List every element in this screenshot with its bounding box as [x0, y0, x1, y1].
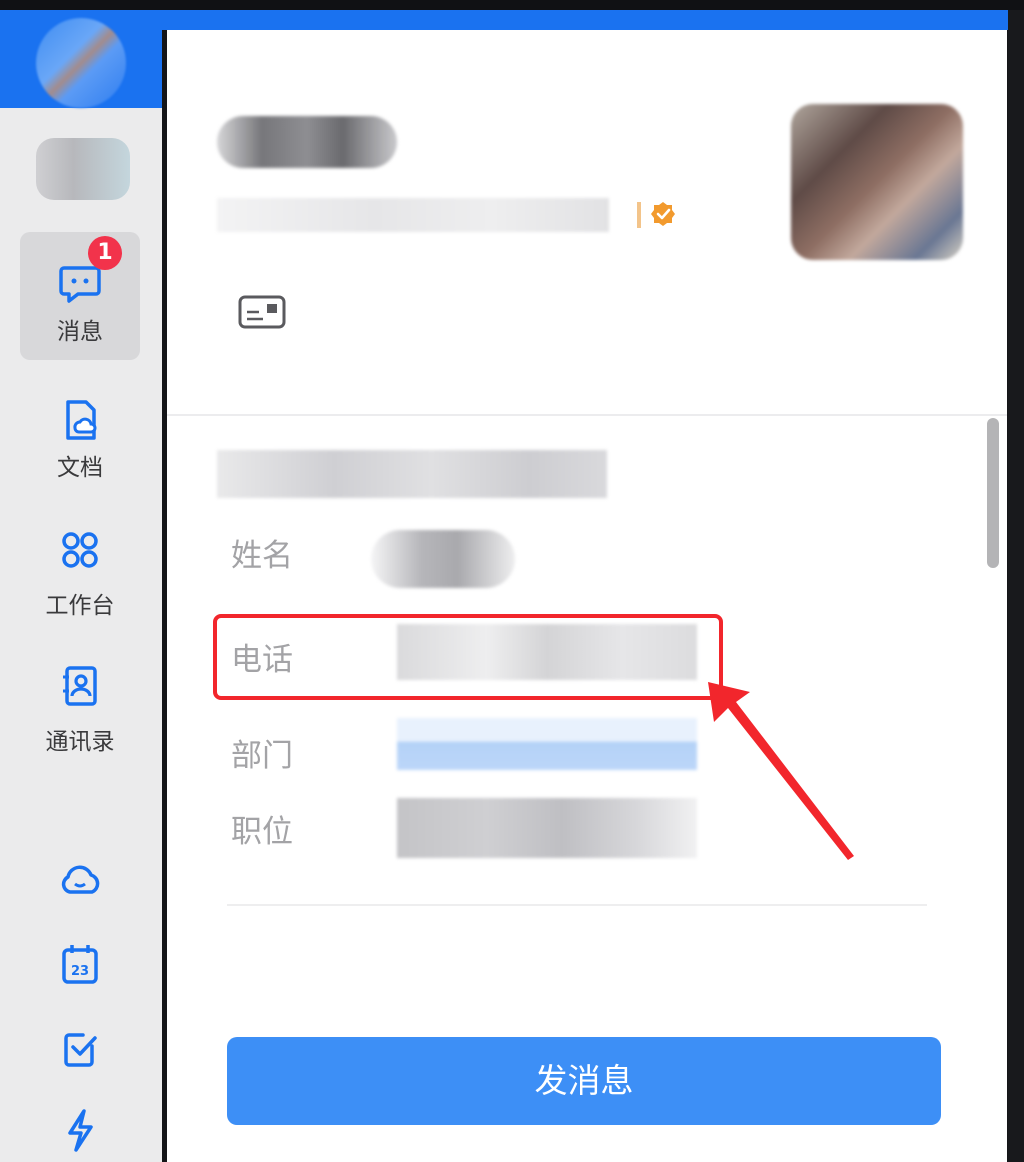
sidebar-header [0, 10, 162, 108]
task-check-icon[interactable] [58, 1026, 102, 1070]
contacts-book-icon [63, 666, 97, 706]
sidebar-item-label: 工作台 [45, 593, 115, 619]
position-value-blurred [397, 798, 697, 858]
window-blue-strip [162, 10, 1008, 30]
sidebar-item-label: 通讯录 [45, 729, 115, 755]
unread-badge: 1 [88, 236, 122, 270]
department-label: 部门 [231, 738, 293, 774]
document-cloud-icon [66, 400, 97, 440]
sidebar-item-label: 文档 [57, 455, 103, 481]
sidebar-item-docs[interactable]: 文档 [20, 372, 140, 500]
org-divider [637, 202, 641, 228]
user-status-blurred[interactable] [36, 138, 130, 200]
user-avatar[interactable] [36, 18, 126, 108]
annotation-arrow-icon [708, 682, 854, 860]
scrollbar-thumb[interactable] [987, 418, 999, 568]
verified-badge-icon [651, 202, 675, 226]
sidebar: 1 消息 文档 工作台 通讯录 23 [0, 10, 162, 1162]
sidebar-item-contacts[interactable]: 通讯录 [20, 646, 140, 774]
cloud-icon[interactable] [58, 858, 102, 902]
business-card-icon[interactable] [237, 294, 287, 330]
right-edge [1008, 10, 1024, 1162]
contact-name-blurred [217, 116, 397, 168]
contact-avatar[interactable] [791, 104, 963, 260]
sidebar-item-workbench[interactable]: 工作台 [20, 510, 140, 638]
send-message-button[interactable]: 发消息 [227, 1037, 941, 1125]
calendar-icon[interactable]: 23 [58, 942, 102, 986]
lightning-icon[interactable] [58, 1108, 102, 1152]
section-title-blurred [217, 450, 607, 498]
sidebar-item-messages[interactable]: 1 消息 [20, 232, 140, 360]
calendar-day: 23 [71, 964, 89, 979]
name-label: 姓名 [231, 538, 293, 574]
name-value-blurred [371, 530, 515, 588]
phone-highlight-box [213, 614, 723, 700]
footer-divider [227, 904, 927, 906]
apps-grid-icon [62, 532, 98, 568]
window-top-strip [0, 0, 1024, 10]
position-label: 职位 [231, 814, 293, 850]
contact-org-blurred [217, 198, 609, 232]
sidebar-item-label: 消息 [57, 319, 103, 345]
section-divider [167, 414, 1007, 416]
department-value-blurred[interactable] [397, 718, 697, 770]
profile-card: 姓名 电话 部门 职位 发消息 [167, 30, 1007, 1162]
